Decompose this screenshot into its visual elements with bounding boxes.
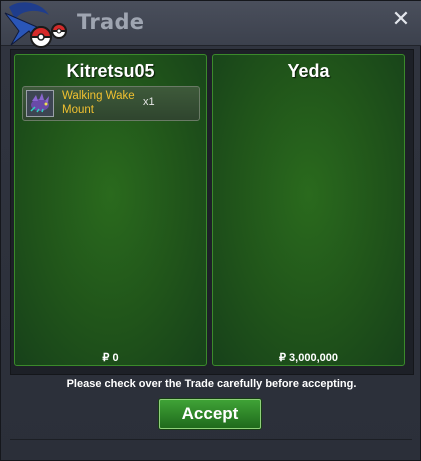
- player-panel-kitretsu05: Kitretsu05 Walking Wake Mount x1 ₽ 0: [14, 54, 207, 366]
- pokeball-logo-icon: [4, 2, 68, 48]
- player-name: Kitretsu05: [66, 61, 155, 81]
- window-title: Trade: [77, 10, 145, 34]
- close-button[interactable]: ✕: [390, 9, 412, 31]
- player-panel-yeda: Yeda ₽ 3,000,000: [212, 54, 405, 366]
- money-amount: ₽ 0: [102, 352, 119, 364]
- item-name: Walking Wake Mount: [62, 90, 135, 116]
- trade-panels: Kitretsu05 Walking Wake Mount x1 ₽ 0 Yed…: [10, 49, 414, 375]
- trade-item[interactable]: Walking Wake Mount x1: [22, 86, 200, 121]
- item-quantity: x1: [143, 96, 155, 108]
- money-amount: ₽ 3,000,000: [279, 352, 338, 364]
- mount-icon: [26, 90, 54, 117]
- trade-notice: Please check over the Trade carefully be…: [66, 378, 357, 390]
- player-name: Yeda: [287, 61, 330, 81]
- accept-button[interactable]: Accept: [159, 399, 261, 429]
- divider: [10, 439, 412, 440]
- trade-window: Trade ✕ Kitretsu05 Walking Wake Mount x1…: [0, 0, 421, 461]
